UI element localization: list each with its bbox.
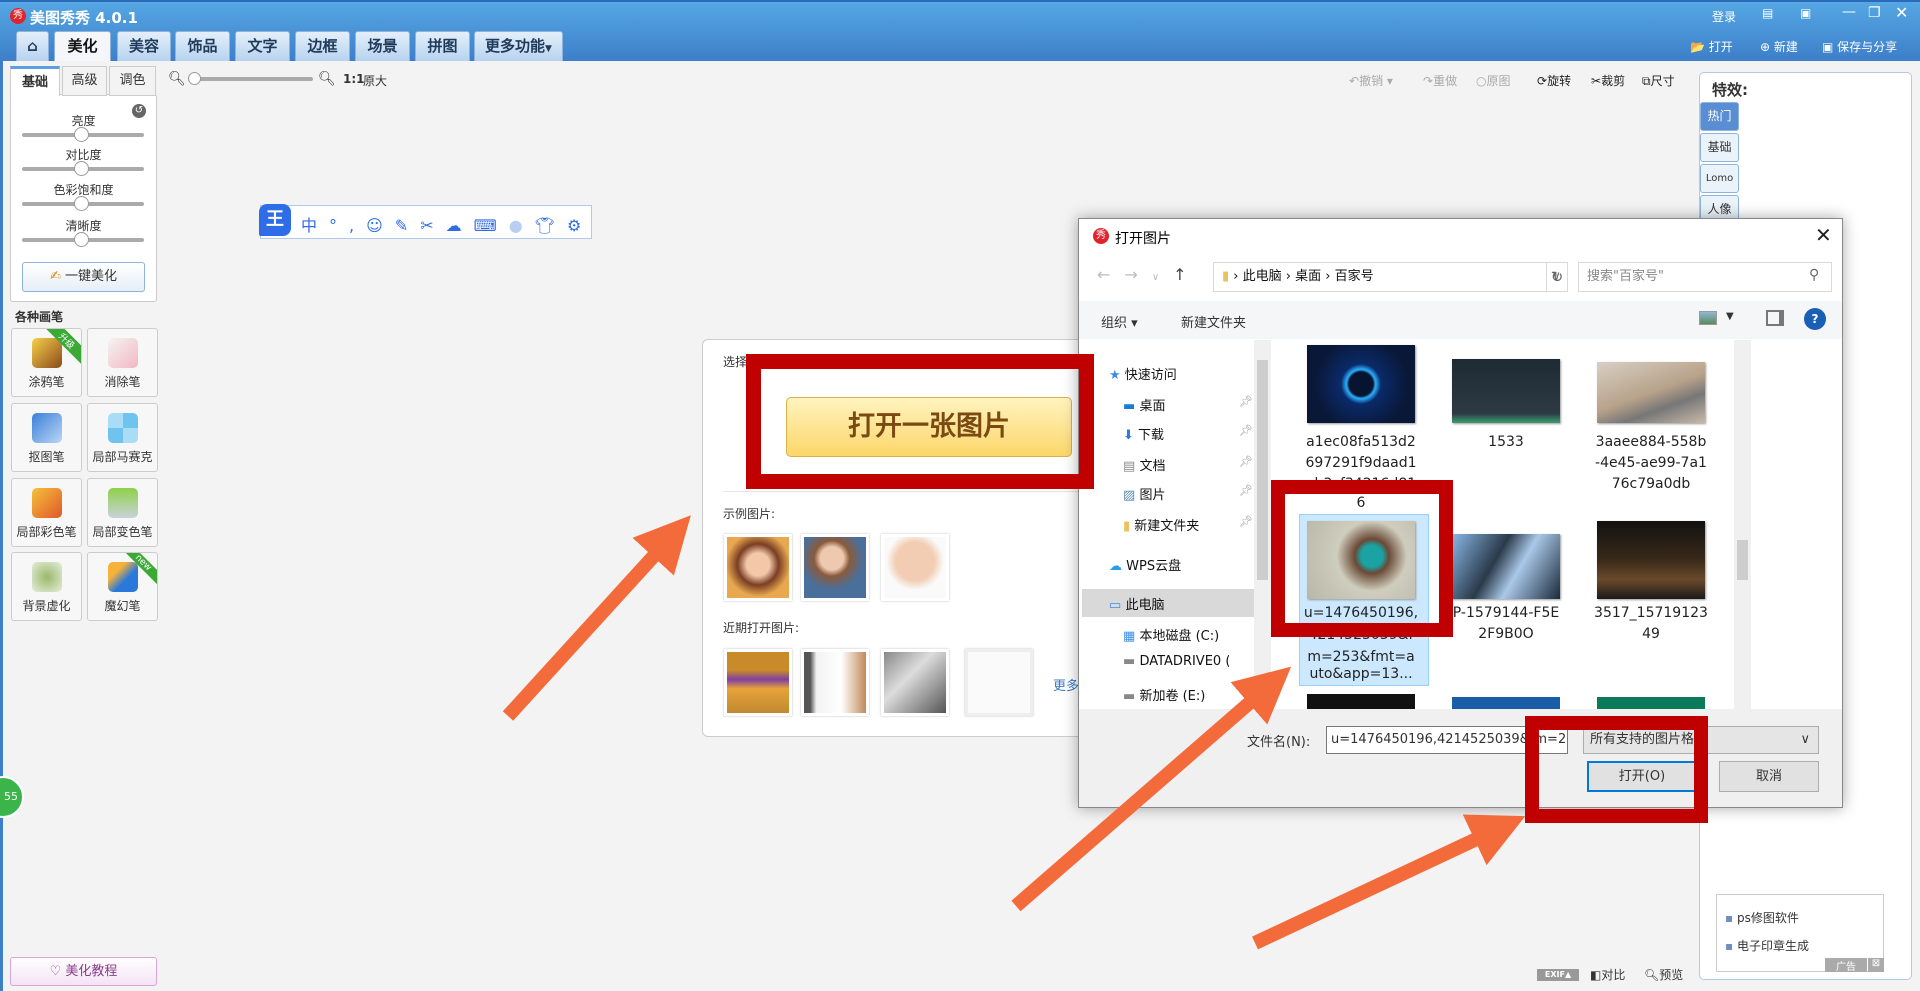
arrow [1011,666,1292,912]
annotation-arrows [502,515,1526,950]
arrow [502,515,691,721]
arrow [1252,814,1526,950]
